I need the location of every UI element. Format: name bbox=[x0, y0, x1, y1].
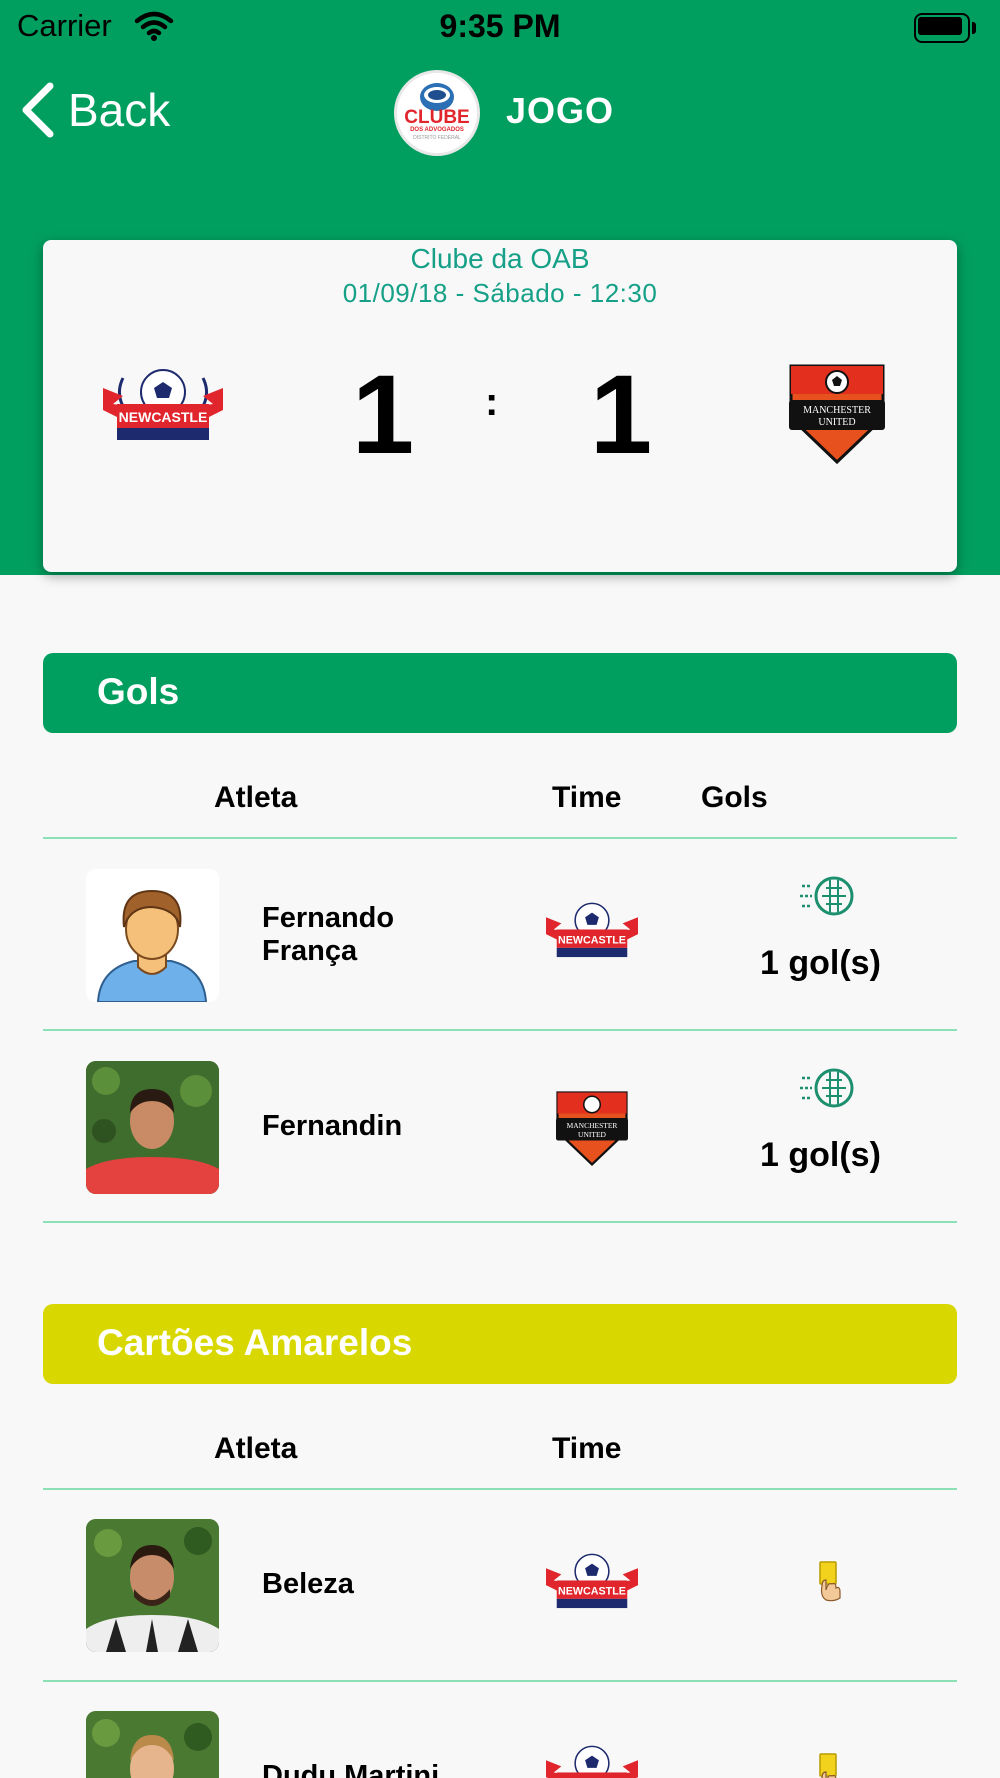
yellow-cards-section-title: Cartões Amarelos bbox=[97, 1322, 413, 1363]
avatar bbox=[86, 1519, 219, 1652]
newcastle-logo-text: NEWCASTLE bbox=[558, 1585, 626, 1597]
divider bbox=[43, 1221, 957, 1223]
divider bbox=[43, 1680, 957, 1682]
newcastle-logo: NEWCASTLE bbox=[546, 1553, 638, 1609]
divider bbox=[43, 1488, 957, 1490]
clock: 9:35 PM bbox=[439, 8, 561, 44]
home-team-logo: NEWCASTLE bbox=[103, 369, 223, 440]
yellow-card-icon bbox=[819, 1561, 841, 1602]
soccer-ball-icon bbox=[800, 876, 854, 916]
yellow-card-icon bbox=[819, 1753, 837, 1778]
newcastle-logo-text: NEWCASTLE bbox=[558, 934, 626, 946]
home-team-name: NEWCASTLE bbox=[119, 409, 208, 425]
player-name-line2: França bbox=[262, 935, 358, 967]
goal-count: 1 gol(s) bbox=[760, 1136, 881, 1174]
navigation-bar: Back CLUBE DOS ADVOGADOS DISTRITO FEDERA… bbox=[0, 60, 1000, 160]
newcastle-logo: NEWCASTLE bbox=[546, 902, 638, 958]
goals-col-athlete: Atleta bbox=[214, 781, 298, 814]
goal-count: 1 gol(s) bbox=[760, 944, 881, 982]
soccer-ball-icon bbox=[800, 1068, 854, 1108]
match-venue: Clube da OAB bbox=[410, 243, 590, 274]
goals-section-header: Gols bbox=[43, 653, 957, 733]
player-name-line1: Fernando bbox=[262, 902, 395, 934]
away-team-name-line2: UNITED bbox=[578, 1130, 606, 1139]
away-score: 1 bbox=[589, 352, 653, 477]
player-name: Beleza bbox=[262, 1568, 354, 1600]
match-datetime: 01/09/18 - Sábado - 12:30 bbox=[342, 278, 658, 308]
battery-icon bbox=[914, 13, 976, 43]
goals-section-title: Gols bbox=[97, 671, 180, 712]
page-title: JOGO bbox=[506, 90, 615, 131]
match-card: Clube da OAB 01/09/18 - Sábado - 12:30 N… bbox=[43, 240, 957, 572]
home-score: 1 bbox=[351, 352, 415, 477]
avatar bbox=[86, 1711, 219, 1778]
player-name: Dudu Martini bbox=[262, 1760, 440, 1778]
divider bbox=[43, 837, 957, 839]
goals-col-team: Time bbox=[552, 781, 622, 814]
divider bbox=[43, 1029, 957, 1031]
avatar bbox=[86, 1061, 219, 1194]
cards-col-athlete: Atleta bbox=[214, 1432, 298, 1465]
manchester-united-logo: MANCHESTER UNITED bbox=[556, 1091, 628, 1167]
avatar bbox=[86, 869, 219, 1002]
goals-col-goals: Gols bbox=[701, 781, 768, 814]
club-logo: CLUBE DOS ADVOGADOS DISTRITO FEDERAL bbox=[394, 70, 480, 156]
back-button[interactable]: Back bbox=[18, 78, 170, 142]
status-bar: Carrier 9:35 PM bbox=[0, 0, 1000, 54]
newcastle-logo bbox=[546, 1745, 638, 1778]
score-separator: : bbox=[485, 380, 499, 424]
club-logo-text: CLUBE bbox=[404, 107, 469, 128]
away-team-name-line1: MANCHESTER bbox=[567, 1121, 618, 1130]
away-team-name-line1: MANCHESTER bbox=[803, 405, 871, 416]
cards-col-team: Time bbox=[552, 1432, 622, 1465]
club-logo-subtext2: DISTRITO FEDERAL bbox=[413, 135, 461, 141]
back-label: Back bbox=[68, 84, 171, 136]
club-logo-subtext: DOS ADVOGADOS bbox=[410, 127, 464, 133]
back-chevron-icon bbox=[22, 82, 54, 138]
away-team-logo: MANCHESTER UNITED bbox=[789, 364, 885, 465]
player-name: Fernandin bbox=[262, 1110, 403, 1142]
away-team-name-line2: UNITED bbox=[818, 417, 855, 428]
yellow-cards-section-header: Cartões Amarelos bbox=[43, 1304, 957, 1384]
